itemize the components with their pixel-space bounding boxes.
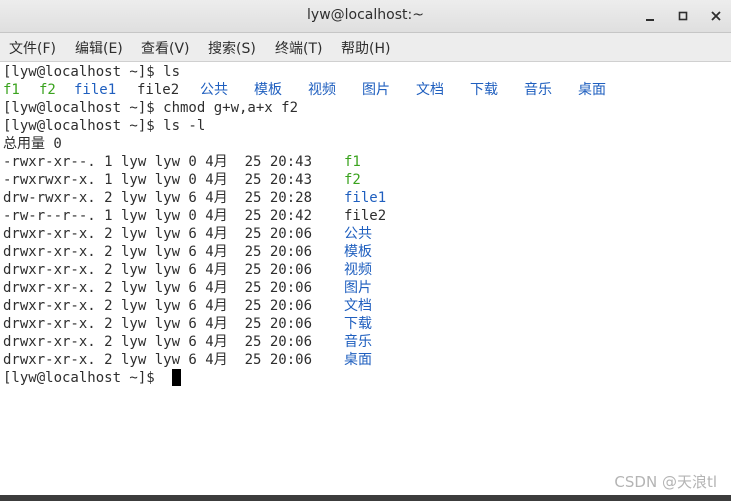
ls-entry: 桌面 xyxy=(578,82,606,98)
ls-entry: 公共 xyxy=(200,82,228,98)
prompt-text: [lyw@localhost ~]$ xyxy=(3,370,164,386)
menu-search[interactable]: 搜索(S) xyxy=(208,38,256,58)
listing-row: drwxr-xr-x. 2 lyw lyw 6 4月 25 20:06 xyxy=(3,244,321,260)
terminal-line: -rwxrwxr-x. 1 lyw lyw 0 4月 25 20:43 f2 xyxy=(3,171,361,189)
title-bar[interactable]: lyw@localhost:~ xyxy=(0,0,731,33)
terminal-line: [lyw@localhost ~]$ xyxy=(3,369,155,387)
text-cursor xyxy=(172,369,181,386)
ls-entry: 文档 xyxy=(416,82,444,98)
prompt-text: [lyw@localhost ~]$ ls -l xyxy=(3,118,206,134)
terminal-line: [lyw@localhost ~]$ chmod g+w,a+x f2 xyxy=(3,99,298,117)
ls-entry: 下载 xyxy=(470,82,498,98)
ls-entry: 模板 xyxy=(254,82,282,98)
close-button[interactable] xyxy=(706,6,726,26)
close-icon xyxy=(711,11,721,21)
terminal-line: 总用量 0 xyxy=(3,135,62,153)
listing-row: drwxr-xr-x. 2 lyw lyw 6 4月 25 20:06 xyxy=(3,352,321,368)
prompt-text: [lyw@localhost ~]$ ls xyxy=(3,64,181,80)
listing-row: drwxr-xr-x. 2 lyw lyw 6 4月 25 20:06 xyxy=(3,262,321,278)
ls-entry: file2 xyxy=(137,82,180,98)
menu-bar: 文件(F) 编辑(E) 查看(V) 搜索(S) 终端(T) 帮助(H) xyxy=(0,33,731,62)
terminal-line: drwxr-xr-x. 2 lyw lyw 6 4月 25 20:06 音乐 xyxy=(3,333,372,351)
window-bottom-edge xyxy=(0,495,731,501)
terminal-line: drwxr-xr-x. 2 lyw lyw 6 4月 25 20:06 桌面 xyxy=(3,351,372,369)
terminal-line: drwxr-xr-x. 2 lyw lyw 6 4月 25 20:06 文档 xyxy=(3,297,372,315)
terminal-line: drwxr-xr-x. 2 lyw lyw 6 4月 25 20:06 公共 xyxy=(3,225,372,243)
terminal-line: drwxr-xr-x. 2 lyw lyw 6 4月 25 20:06 模板 xyxy=(3,243,372,261)
terminal-line: -rwxr-xr--. 1 lyw lyw 0 4月 25 20:43 f1 xyxy=(3,153,361,171)
listing-row: drwxr-xr-x. 2 lyw lyw 6 4月 25 20:06 xyxy=(3,316,321,332)
terminal-line: [lyw@localhost ~]$ ls xyxy=(3,63,180,81)
terminal-line: drwxr-xr-x. 2 lyw lyw 6 4月 25 20:06 视频 xyxy=(3,261,372,279)
terminal-line: f1 f2 file1 file2 公共 模板 视频 图片 文档 下载 音乐 桌… xyxy=(3,81,606,99)
listing-filename: 下载 xyxy=(344,316,372,332)
listing-filename: 视频 xyxy=(344,262,372,278)
listing-row: drwxr-xr-x. 2 lyw lyw 6 4月 25 20:06 xyxy=(3,280,321,296)
terminal-line: drw-rwxr-x. 2 lyw lyw 6 4月 25 20:28 file… xyxy=(3,189,386,207)
listing-filename: 图片 xyxy=(344,280,372,296)
ls-entry: f1 xyxy=(3,82,20,98)
menu-terminal[interactable]: 终端(T) xyxy=(275,38,322,58)
maximize-icon xyxy=(678,11,688,21)
listing-row: drwxr-xr-x. 2 lyw lyw 6 4月 25 20:06 xyxy=(3,334,321,350)
prompt-text: [lyw@localhost ~]$ chmod g+w,a+x f2 xyxy=(3,100,299,116)
terminal-output[interactable]: [lyw@localhost ~]$ ls f1 f2 file1 file2 … xyxy=(0,62,731,501)
minimize-button[interactable] xyxy=(640,6,660,26)
terminal-line: drwxr-xr-x. 2 lyw lyw 6 4月 25 20:06 图片 xyxy=(3,279,372,297)
listing-filename: file2 xyxy=(344,208,387,224)
listing-filename: 文档 xyxy=(344,298,372,314)
listing-row: drw-rwxr-x. 2 lyw lyw 6 4月 25 20:28 xyxy=(3,190,321,206)
menu-help[interactable]: 帮助(H) xyxy=(341,38,390,58)
window-title: lyw@localhost:~ xyxy=(307,7,424,23)
terminal-line: drwxr-xr-x. 2 lyw lyw 6 4月 25 20:06 下载 xyxy=(3,315,372,333)
watermark: CSDN @天浪tl xyxy=(614,473,717,491)
ls-entry: file1 xyxy=(74,82,117,98)
ls-entry: 图片 xyxy=(362,82,390,98)
listing-row: -rwxrwxr-x. 1 lyw lyw 0 4月 25 20:43 xyxy=(3,172,321,188)
listing-row: drwxr-xr-x. 2 lyw lyw 6 4月 25 20:06 xyxy=(3,226,321,242)
total-text: 总用量 0 xyxy=(3,136,62,152)
ls-entry: 音乐 xyxy=(524,82,552,98)
terminal-line: -rw-r--r--. 1 lyw lyw 0 4月 25 20:42 file… xyxy=(3,207,386,225)
ls-entry: f2 xyxy=(39,82,56,98)
listing-row: -rwxr-xr--. 1 lyw lyw 0 4月 25 20:43 xyxy=(3,154,321,170)
listing-filename: 模板 xyxy=(344,244,372,260)
listing-filename: f2 xyxy=(344,172,361,188)
listing-row: drwxr-xr-x. 2 lyw lyw 6 4月 25 20:06 xyxy=(3,298,321,314)
listing-filename: 公共 xyxy=(344,226,372,242)
listing-filename: file1 xyxy=(344,190,387,206)
terminal-line: [lyw@localhost ~]$ ls -l xyxy=(3,117,205,135)
menu-file[interactable]: 文件(F) xyxy=(9,38,56,58)
terminal-window: lyw@localhost:~ 文件(F) 编辑(E) 查看(V) 搜索(S) … xyxy=(0,0,731,501)
listing-filename: 桌面 xyxy=(344,352,372,368)
listing-filename: f1 xyxy=(344,154,361,170)
listing-row: -rw-r--r--. 1 lyw lyw 0 4月 25 20:42 xyxy=(3,208,321,224)
menu-view[interactable]: 查看(V) xyxy=(141,38,190,58)
maximize-button[interactable] xyxy=(673,6,693,26)
menu-edit[interactable]: 编辑(E) xyxy=(75,38,123,58)
minimize-icon xyxy=(646,19,654,21)
listing-filename: 音乐 xyxy=(344,334,372,350)
ls-entry: 视频 xyxy=(308,82,336,98)
